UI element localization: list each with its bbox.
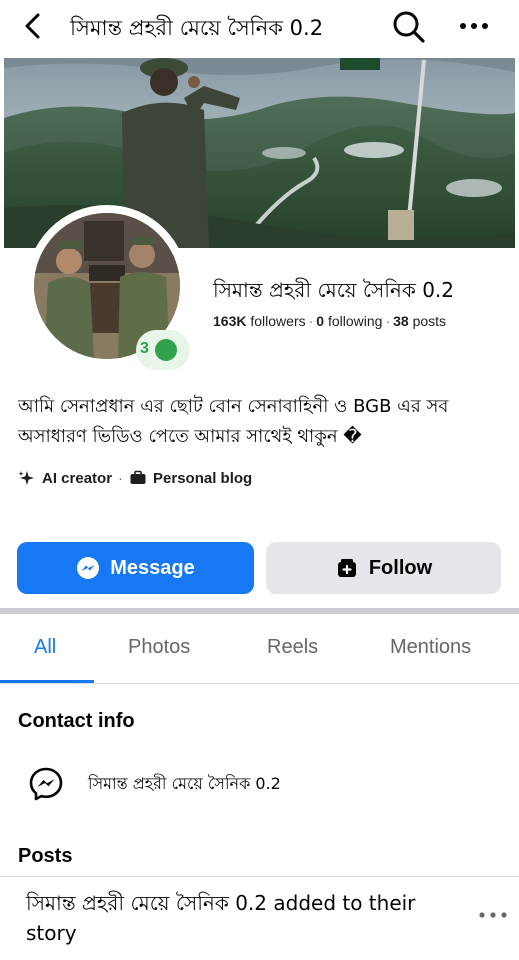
stats-separator: · (308, 313, 314, 329)
tab-photos[interactable]: Photos (128, 636, 190, 659)
contact-messenger-row[interactable]: সিমান্ত প্রহরী মেয়ে সৈনিক 0.2 (28, 764, 498, 804)
tab-all[interactable]: All (34, 636, 56, 659)
online-status-dot (155, 339, 177, 361)
message-button[interactable]: Message (17, 542, 254, 594)
post-more-options-icon[interactable] (476, 904, 510, 926)
profile-stats: 163K followers · 0 following · 38 posts (213, 313, 446, 329)
posts-label[interactable]: posts (413, 313, 446, 329)
follow-button-label: Follow (368, 556, 433, 579)
profile-category-tags: AI creator · Personal blog (18, 469, 252, 487)
tabs-divider (0, 683, 519, 684)
status-text: 3 (140, 340, 149, 357)
following-count[interactable]: 0 (316, 313, 324, 329)
back-arrow-icon[interactable] (18, 10, 50, 42)
follow-button[interactable]: Follow (266, 542, 501, 594)
contact-info-heading: Contact info (18, 710, 135, 732)
search-icon[interactable] (390, 8, 428, 46)
followers-label[interactable]: followers (250, 313, 305, 329)
stats-separator: · (385, 313, 391, 329)
top-bar: সিমান্ত প্রহরী মেয়ে সৈনিক 0.2 (0, 0, 519, 52)
message-button-label: Message (110, 556, 195, 579)
tag-ai-creator: AI creator (42, 469, 113, 487)
messenger-contact-name: সিমান্ত প্রহরী মেয়ে সৈনিক 0.2 (88, 773, 281, 793)
messenger-icon (77, 557, 100, 579)
tab-reels[interactable]: Reels (267, 636, 318, 659)
sparkle-icon (18, 471, 34, 485)
page-title: সিমান্ত প্রহরী মেয়ে সৈনিক 0.2 (70, 16, 324, 40)
profile-name: সিমান্ত প্রহরী মেয়ে সৈনিক 0.2 (213, 278, 455, 302)
story-post-text[interactable]: সিমান্ত প্রহরী মেয়ে সৈনিক 0.2 added to … (26, 888, 456, 948)
more-options-icon[interactable] (456, 10, 492, 42)
posts-heading: Posts (18, 845, 73, 867)
profile-bio: আমি সেনাপ্রধান এর ছোট বোন সেনাবাহিনী ও B… (18, 396, 449, 447)
tag-personal-blog: Personal blog (153, 469, 253, 487)
posts-divider (0, 876, 519, 877)
follow-page-icon (337, 559, 356, 577)
posts-count[interactable]: 38 (393, 313, 409, 329)
messenger-outline-icon (29, 767, 63, 801)
tag-separator: · (118, 469, 124, 487)
profile-tabs: All Photos Reels Mentions (0, 614, 519, 684)
followers-count[interactable]: 163K (213, 313, 246, 329)
briefcase-icon (130, 470, 146, 484)
following-label[interactable]: following (328, 313, 382, 329)
tab-mentions[interactable]: Mentions (390, 636, 471, 659)
